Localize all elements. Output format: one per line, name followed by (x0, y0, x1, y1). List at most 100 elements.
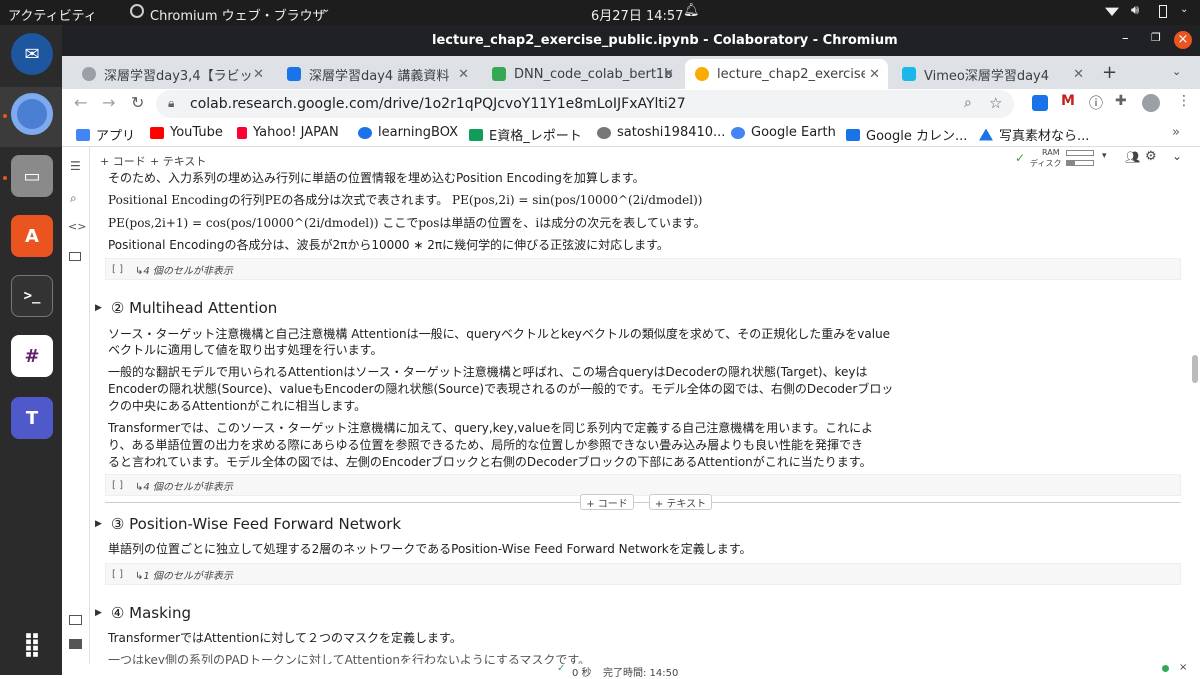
close-tab-icon[interactable]: ✕ (1073, 67, 1084, 82)
activities-button[interactable]: アクティビティ (8, 5, 97, 24)
app-menu[interactable]: Chromium ウェブ・ブラウザ (150, 5, 326, 24)
terminal-icon[interactable]: >_ (11, 275, 53, 317)
add-text-button[interactable]: + テキスト (150, 153, 206, 169)
disk-meter[interactable] (1066, 160, 1094, 166)
bookmark-yahoo[interactable]: Yahoo! JAPAN (237, 125, 339, 140)
zoom-search-icon[interactable]: ⌕ (964, 95, 972, 111)
window-title: lecture_chap2_exercise_public.ipynb - Co… (432, 33, 898, 48)
bookmark-youtube[interactable]: YouTube (150, 125, 223, 140)
insert-code-cell-button[interactable]: + コード (580, 494, 634, 510)
connected-check-icon: ✓ (1015, 151, 1026, 165)
menu-kebab-icon[interactable]: ⋮ (1177, 93, 1191, 109)
pe-formula-2: PE(pos,2i+1) = cos(pos/10000^(2i/dmodel)… (108, 216, 706, 230)
hidden-cells-bar[interactable]: [ ] ↳4 個のセルが非表示 (105, 474, 1181, 496)
profile-avatar[interactable] (1142, 94, 1160, 112)
gmail-icon[interactable]: M (1061, 93, 1075, 109)
notebook-scrollbar[interactable] (1192, 355, 1198, 383)
mh-paragraph-line: クの中央にあるAttentionがこれに相当します。 (108, 399, 367, 413)
maximize-icon[interactable]: ❐ (1151, 31, 1161, 44)
close-tab-icon[interactable]: ✕ (253, 67, 264, 82)
masking-paragraph: TransformerではAttentionに対して２つのマスクを定義します。 (108, 631, 462, 645)
ffn-paragraph: 単語列の位置ごとに独立して処理する2層のネットワークであるPosition-Wi… (108, 542, 752, 556)
search-icon[interactable]: ⌕ (70, 191, 77, 206)
ubuntu-top-bar: アクティビティ Chromium ウェブ・ブラウザ ⌄ 6月27日 14:57 … (0, 0, 1200, 25)
hidden-cells-bar[interactable]: [ ] ↳1 個のセルが非表示 (105, 563, 1181, 585)
masking-paragraph-cut: 一つはkey側の系列のPADトークンに対してAttentionを行わないようにす… (108, 653, 591, 664)
bookmark-apps[interactable]: アプリ (76, 125, 135, 144)
bookmarks-overflow-icon[interactable]: » (1172, 125, 1180, 140)
bookmark-satoshi[interactable]: satoshi198410... (597, 125, 725, 140)
tab-day4-lecture[interactable]: 深層学習day4 講義資料 ✕ (277, 59, 477, 89)
hidden-cells-bar[interactable]: [ ] ↳4 個のセルが非表示 (105, 258, 1181, 280)
bookmark-google-calendar[interactable]: Google カレン... (846, 125, 967, 144)
notebook-content: そのため、入力系列の埋め込み行列に単語の位置情報を埋め込むPosition En… (90, 171, 1184, 664)
tab-lecture-chap2[interactable]: lecture_chap2_exercise_ ✕ (685, 59, 888, 89)
ram-meter[interactable] (1066, 150, 1094, 156)
colab-toolbar: + コード + テキスト ✓ RAM ディスク ▾ 👥︎ ⚙ ⌄ (90, 147, 1200, 171)
section-heading-multihead[interactable]: ▶ ② Multihead Attention (95, 299, 277, 317)
address-bar[interactable]: 🔒︎ colab.research.google.com/drive/1o2r1… (156, 90, 1014, 118)
tab-label: DNN_code_colab_bert1b (514, 66, 673, 82)
close-tab-icon[interactable]: ✕ (458, 67, 469, 82)
toc-icon[interactable]: ☰ (70, 159, 81, 173)
extension-icon[interactable] (1032, 95, 1048, 111)
section-heading-masking[interactable]: ▶ ④ Masking (95, 604, 191, 622)
back-icon[interactable]: ← (74, 93, 87, 112)
chromium-icon[interactable] (11, 93, 53, 135)
github-icon (597, 126, 611, 139)
close-tab-icon[interactable]: ✕ (663, 67, 674, 82)
close-tab-icon[interactable]: ✕ (865, 66, 880, 82)
thunderbird-icon[interactable]: ✉ (11, 33, 53, 75)
runtime-dropdown-icon[interactable]: ▾ (1102, 151, 1107, 161)
section-heading-ffn[interactable]: ▶ ③ Position-Wise Feed Forward Network (95, 515, 401, 533)
pe-text-4: Positional Encodingの各成分は、波長が2πから10000 ∗ … (108, 238, 669, 252)
bookmark-google-earth[interactable]: Google Earth (731, 125, 836, 140)
expand-triangle-icon[interactable]: ▶ (95, 303, 102, 313)
mh-paragraph-line: ベクトルに適用して値を取り出す処理を行います。 (108, 343, 383, 357)
extensions-puzzle-icon[interactable]: ✚ (1115, 93, 1127, 109)
forward-icon[interactable]: → (102, 93, 115, 112)
terminal-panel-icon[interactable] (69, 639, 82, 649)
expand-triangle-icon[interactable]: ▶ (95, 608, 102, 618)
expand-triangle-icon[interactable]: ▶ (95, 519, 102, 529)
close-status-icon[interactable]: × (1179, 662, 1187, 673)
bookmark-star-icon[interactable]: ☆ (989, 94, 1002, 112)
youtube-icon (150, 126, 164, 139)
colab-page: ☰ ⌕ <> + コード + テキスト ✓ RAM ディスク ▾ 👥︎ ⚙ ⌄ … (62, 147, 1200, 679)
insert-text-cell-button[interactable]: + テキスト (649, 494, 712, 510)
volume-icon[interactable]: 🔊︎ (1131, 3, 1139, 18)
gear-icon[interactable]: ⚙ (1145, 149, 1157, 164)
add-code-button[interactable]: + コード (100, 153, 146, 169)
files-icon[interactable]: ▭ (11, 155, 53, 197)
bookmark-learningbox[interactable]: learningBOX (358, 125, 458, 140)
show-apps-icon[interactable]: ⣿ (11, 623, 53, 665)
tab-dnn-code[interactable]: DNN_code_colab_bert1b ✕ (482, 59, 682, 89)
files-folder-icon[interactable] (69, 252, 81, 261)
share-people-icon[interactable]: 👥︎ (1125, 150, 1140, 164)
info-icon[interactable]: ⓘ (1089, 93, 1103, 113)
sheets-icon (469, 128, 483, 141)
slack-icon[interactable]: # (11, 335, 53, 377)
bookmark-e-report[interactable]: E資格_レポート (469, 125, 582, 144)
code-snippets-icon[interactable]: <> (68, 220, 86, 233)
lock-icon[interactable]: 🔒︎ (168, 96, 174, 111)
collapse-chevron-icon[interactable]: ⌄ (1172, 149, 1182, 163)
minimize-icon[interactable]: – (1122, 31, 1129, 46)
battery-icon[interactable] (1159, 5, 1167, 18)
browser-chrome: lecture_chap2_exercise_public.ipynb - Co… (62, 25, 1200, 147)
tab-vimeo[interactable]: Vimeo深層学習day4 ✕ (892, 59, 1092, 89)
reload-icon[interactable]: ↻ (131, 93, 144, 112)
vimeo-favicon (902, 67, 916, 81)
clock[interactable]: 6月27日 14:57 (591, 5, 683, 24)
bookmark-photo-material[interactable]: 写真素材なら... (979, 125, 1089, 144)
software-store-icon[interactable]: A (11, 215, 53, 257)
close-window-icon[interactable]: × (1174, 31, 1192, 49)
system-menu-icon[interactable]: ⌄ (1180, 4, 1188, 15)
elapsed-time: 0 秒 (572, 668, 592, 679)
tab-search-icon[interactable]: ⌄ (1172, 65, 1181, 78)
tab-deep-learning-rabbit[interactable]: 深層学習day3,4【ラビッ ✕ (72, 59, 272, 89)
teams-icon[interactable]: T (11, 397, 53, 439)
wifi-icon[interactable] (1105, 7, 1119, 16)
new-tab-icon[interactable]: + (1102, 62, 1117, 83)
command-palette-icon[interactable] (69, 615, 82, 625)
